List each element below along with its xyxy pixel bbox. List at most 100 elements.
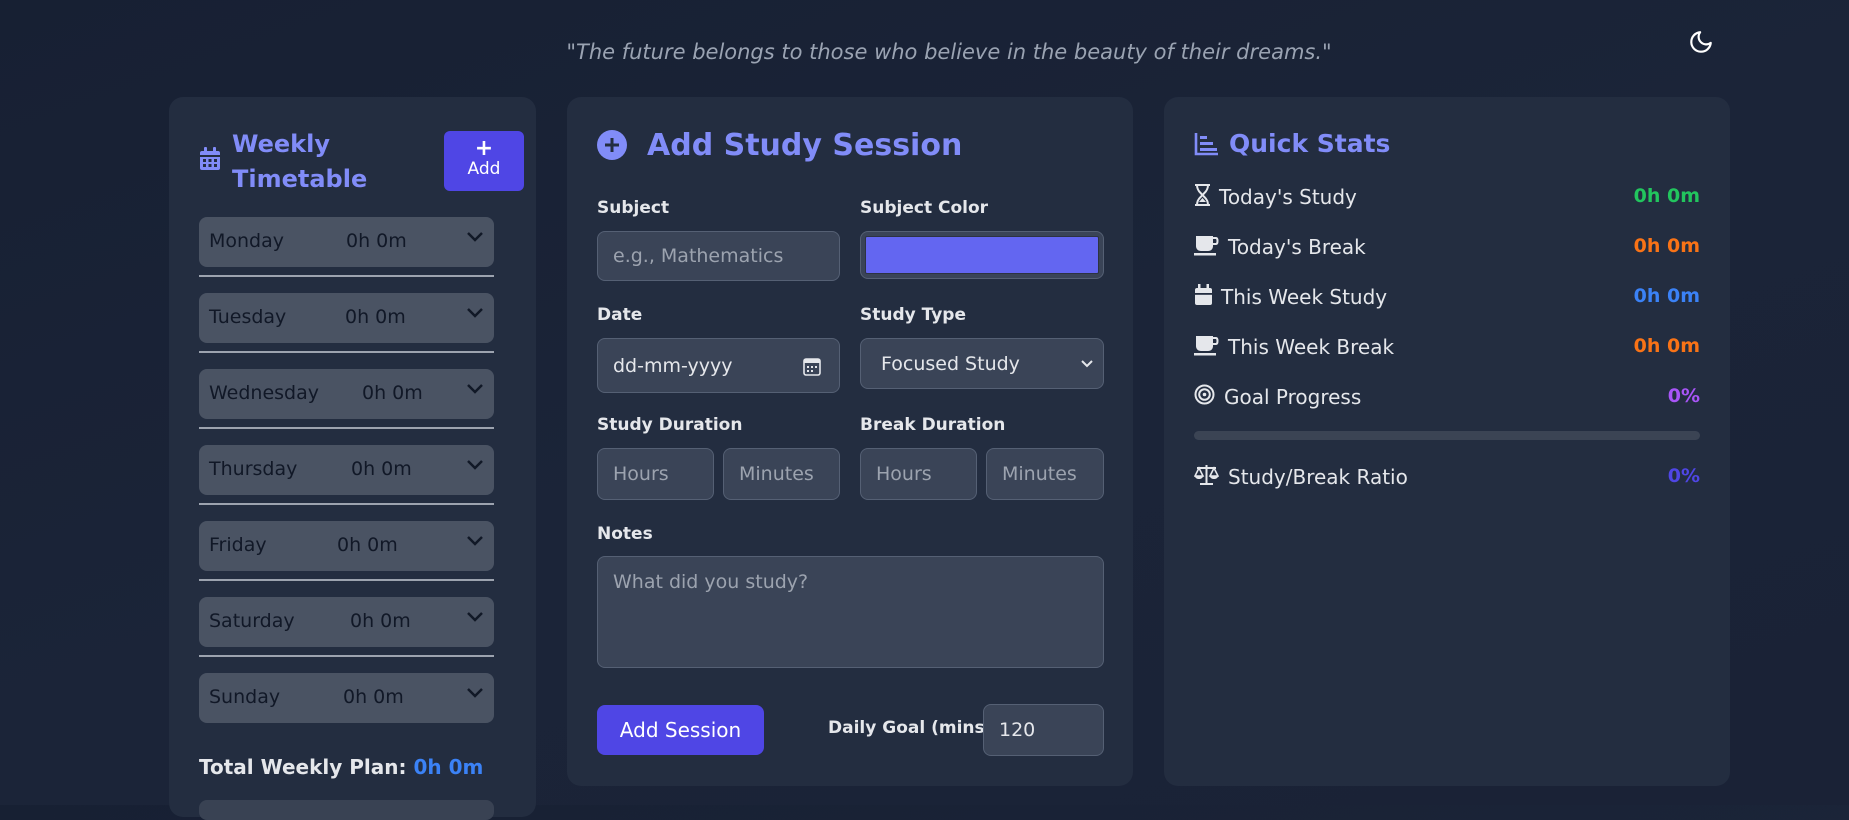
chevron-down-icon [467, 232, 483, 242]
total-weekly-plan-value: 0h 0m [413, 755, 484, 779]
theme-toggle-button[interactable] [1686, 27, 1716, 57]
day-hours: 0h 0m [343, 686, 404, 708]
quick-stats-header: Quick Stats [1194, 129, 1390, 158]
stat-week-study: This Week Study 0h 0m [1194, 281, 1700, 311]
study-duration-label: Study Duration [597, 415, 743, 435]
day-name: Saturday [209, 610, 295, 632]
total-weekly-plan: Total Weekly Plan: 0h 0m [199, 755, 483, 779]
quick-stats-title: Quick Stats [1229, 129, 1391, 158]
stat-label: This Week Break [1228, 335, 1395, 359]
notes-textarea[interactable]: What did you study? [597, 556, 1104, 668]
day-row-tuesday[interactable]: Tuesday 0h 0m [199, 293, 494, 343]
break-duration-label: Break Duration [860, 415, 1006, 435]
subject-label: Subject [597, 198, 670, 218]
notes-label: Notes [597, 524, 653, 544]
moon-icon [1690, 31, 1712, 53]
day-hours: 0h 0m [350, 610, 411, 632]
stat-study-break-ratio: Study/Break Ratio 0% [1194, 461, 1700, 491]
date-input[interactable]: dd-mm-yyyy [597, 338, 840, 393]
hourglass-icon [1195, 184, 1210, 206]
day-hours: 0h 0m [351, 458, 412, 480]
day-name: Sunday [209, 686, 281, 708]
balance-scale-icon [1194, 465, 1219, 485]
add-study-session-panel: Add Study Session Subject e.g., Mathemat… [567, 97, 1133, 786]
chevron-down-icon [467, 536, 483, 546]
chevron-down-icon [467, 308, 483, 318]
day-row-saturday[interactable]: Saturday 0h 0m [199, 597, 494, 647]
stat-value: 0h 0m [1633, 185, 1700, 207]
coffee-icon [1194, 236, 1219, 256]
study-hours-input[interactable]: Hours [597, 448, 714, 500]
day-name: Thursday [209, 458, 298, 480]
chevron-down-icon [467, 688, 483, 698]
timetable-header: Weekly Timetable + Add [199, 130, 524, 193]
day-divider [199, 427, 494, 429]
date-label: Date [597, 305, 643, 325]
stat-today-study: Today's Study 0h 0m [1194, 181, 1700, 211]
chevron-down-icon [467, 384, 483, 394]
stat-label: This Week Study [1221, 285, 1388, 309]
break-hours-input[interactable]: Hours [860, 448, 977, 500]
day-hours: 0h 0m [362, 382, 423, 404]
day-hours: 0h 0m [346, 230, 407, 252]
calendar-picker-icon[interactable] [803, 356, 821, 376]
session-title: Add Study Session [647, 127, 963, 163]
plus-icon: + [474, 136, 494, 161]
add-button-label: Add [467, 159, 501, 179]
day-divider [199, 579, 494, 581]
stat-week-break: This Week Break 0h 0m [1194, 331, 1700, 361]
day-divider [199, 275, 494, 277]
stat-value: 0% [1667, 385, 1700, 407]
day-row-monday[interactable]: Monday 0h 0m [199, 217, 494, 267]
stat-value: 0h 0m [1633, 235, 1700, 257]
bar-chart-icon [1194, 132, 1218, 155]
day-name: Tuesday [209, 306, 287, 328]
date-placeholder: dd-mm-yyyy [613, 354, 733, 377]
stat-value: 0h 0m [1633, 335, 1700, 357]
stat-value: 0h 0m [1633, 285, 1700, 307]
study-type-label: Study Type [860, 305, 967, 325]
stat-label: Study/Break Ratio [1228, 465, 1408, 489]
weekly-timetable-panel: Weekly Timetable + Add Monday 0h 0m Tues… [169, 97, 536, 820]
chevron-down-icon [467, 612, 483, 622]
stat-today-break: Today's Break 0h 0m [1194, 231, 1700, 261]
day-divider [199, 655, 494, 657]
motivational-quote: "The future belongs to those who believe… [566, 40, 1332, 64]
subject-input[interactable]: e.g., Mathematics [597, 231, 840, 281]
day-divider [199, 351, 494, 353]
study-type-value: Focused Study [881, 352, 1020, 375]
daily-goal-label: Daily Goal (mins) [828, 718, 993, 738]
add-session-button[interactable]: Add Session [597, 705, 764, 755]
break-minutes-input[interactable]: Minutes [986, 448, 1104, 500]
day-row-friday[interactable]: Friday 0h 0m [199, 521, 494, 571]
color-swatch [865, 236, 1099, 274]
timetable-title: Weekly Timetable [232, 130, 368, 193]
chevron-down-icon [467, 460, 483, 470]
study-type-select[interactable]: Focused Study [860, 338, 1104, 389]
day-hours: 0h 0m [337, 534, 398, 556]
subject-color-label: Subject Color [860, 198, 989, 218]
daily-goal-input[interactable]: 120 [983, 704, 1104, 756]
study-minutes-input[interactable]: Minutes [723, 448, 840, 500]
subject-color-picker[interactable] [860, 231, 1104, 279]
plus-circle-icon [597, 130, 627, 160]
day-divider [199, 503, 494, 505]
total-weekly-plan-label: Total Weekly Plan: [199, 755, 407, 779]
timetable-footer-bar [199, 800, 494, 820]
stat-goal-progress: Goal Progress 0% [1194, 381, 1700, 411]
day-hours: 0h 0m [345, 306, 406, 328]
quick-stats-panel: Quick Stats Today's Study 0h 0m Today's … [1164, 97, 1730, 786]
add-timetable-button[interactable]: + Add [444, 131, 524, 191]
calendar-icon [1195, 284, 1212, 305]
chevron-down-icon [1081, 360, 1093, 368]
day-name: Wednesday [209, 382, 320, 404]
target-icon [1194, 384, 1215, 405]
day-row-wednesday[interactable]: Wednesday 0h 0m [199, 369, 494, 419]
goal-progress-bar [1194, 431, 1700, 440]
day-name: Monday [209, 230, 285, 252]
stat-label: Today's Study [1219, 185, 1357, 209]
day-row-sunday[interactable]: Sunday 0h 0m [199, 673, 494, 723]
stat-label: Today's Break [1228, 235, 1366, 259]
day-row-thursday[interactable]: Thursday 0h 0m [199, 445, 494, 495]
stat-label: Goal Progress [1224, 385, 1362, 409]
